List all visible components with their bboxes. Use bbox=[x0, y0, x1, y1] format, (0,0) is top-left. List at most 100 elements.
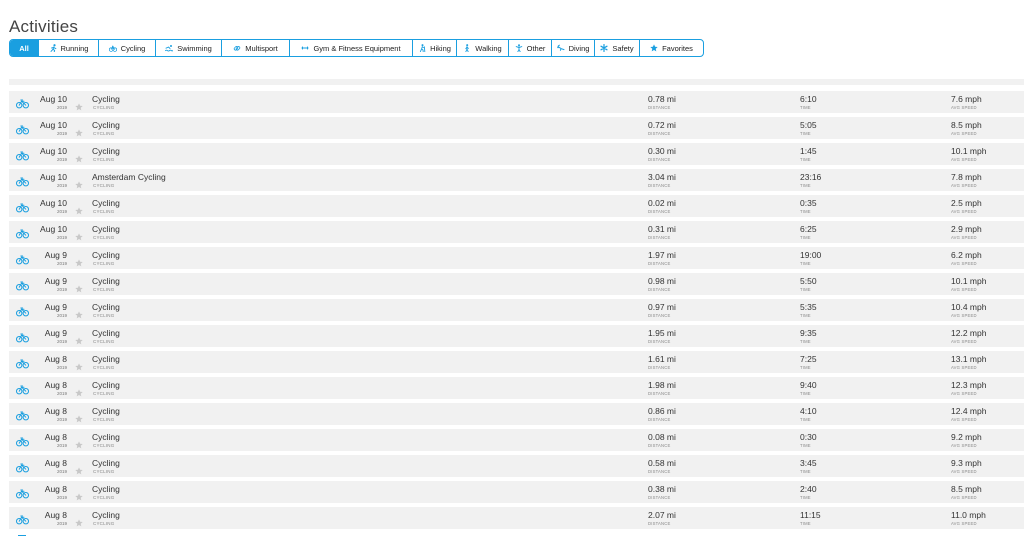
filter-tab-walking[interactable]: Walking bbox=[456, 40, 508, 56]
favorite-star-icon[interactable] bbox=[75, 280, 83, 293]
activity-row[interactable]: Aug 8 2019 Cycling CYCLING 1.61 mi DISTANCE 7:… bbox=[9, 351, 1024, 373]
filter-tab-cycling[interactable]: Cycling bbox=[98, 40, 155, 56]
activity-avg-speed: 7.8 mph bbox=[951, 172, 982, 182]
favorite-star-icon[interactable] bbox=[75, 462, 83, 475]
favorite-star-icon[interactable] bbox=[75, 384, 83, 397]
cycling-icon bbox=[16, 148, 30, 161]
cycling-icon bbox=[16, 460, 30, 473]
filter-tab-label: Multisport bbox=[245, 43, 278, 53]
activity-name[interactable]: Cycling bbox=[92, 146, 120, 156]
activity-avg-speed: 12.2 mph bbox=[951, 328, 987, 338]
activity-type: CYCLING bbox=[93, 339, 115, 344]
activity-row[interactable]: Aug 10 2019 Cycling CYCLING 0.31 mi DISTANCE 6… bbox=[9, 221, 1024, 243]
filter-tab-gym-fitness-equipment[interactable]: Gym & Fitness Equipment bbox=[289, 40, 412, 56]
activity-distance: 2.07 mi bbox=[648, 510, 676, 520]
activity-row[interactable]: Aug 8 2019 Cycling CYCLING 0.08 mi DISTANCE 0:… bbox=[9, 429, 1024, 451]
activity-row[interactable]: Aug 8 2019 Cycling CYCLING 0.58 mi DISTANCE 3:… bbox=[9, 455, 1024, 477]
activity-name[interactable]: Cycling bbox=[92, 510, 120, 520]
activity-type: CYCLING bbox=[93, 521, 115, 526]
filter-tab-all[interactable]: All bbox=[10, 40, 38, 56]
activity-time: 4:10 bbox=[800, 406, 817, 416]
activity-list: Aug 10 2019 Cycling CYCLING 0.78 mi DISTANCE 6… bbox=[9, 91, 1024, 533]
activity-distance: 0.30 mi bbox=[648, 146, 676, 156]
list-header-strip bbox=[9, 79, 1024, 85]
activity-name[interactable]: Cycling bbox=[92, 94, 120, 104]
activity-row[interactable]: Aug 9 2019 Cycling CYCLING 0.98 mi DISTANCE 5:… bbox=[9, 273, 1024, 295]
activity-name[interactable]: Cycling bbox=[92, 250, 120, 260]
distance-label: DISTANCE bbox=[648, 261, 671, 266]
activity-name[interactable]: Cycling bbox=[92, 484, 120, 494]
activity-name[interactable]: Amsterdam Cycling bbox=[92, 172, 166, 182]
activity-name[interactable]: Cycling bbox=[92, 432, 120, 442]
filter-tab-running[interactable]: Running bbox=[38, 40, 98, 56]
activity-row[interactable]: Aug 8 2019 Cycling CYCLING 0.86 mi DISTANCE 4:… bbox=[9, 403, 1024, 425]
activity-type: CYCLING bbox=[93, 469, 115, 474]
filter-tab-diving[interactable]: Diving bbox=[551, 40, 594, 56]
filter-tab-hiking[interactable]: Hiking bbox=[412, 40, 456, 56]
activity-row[interactable]: Aug 10 2019 Cycling CYCLING 0.02 mi DISTANCE 0… bbox=[9, 195, 1024, 217]
favorite-star-icon[interactable] bbox=[75, 306, 83, 319]
favorite-star-icon[interactable] bbox=[75, 410, 83, 423]
activity-row[interactable]: Aug 10 2019 Cycling CYCLING 0.78 mi DISTANCE 6… bbox=[9, 91, 1024, 113]
cycling-icon bbox=[16, 174, 30, 187]
filter-tab-label: Diving bbox=[568, 43, 590, 53]
activity-avg-speed: 12.4 mph bbox=[951, 406, 987, 416]
distance-label: DISTANCE bbox=[648, 313, 671, 318]
favorite-star-icon[interactable] bbox=[75, 358, 83, 371]
cycling-icon bbox=[16, 486, 30, 499]
favorite-star-icon[interactable] bbox=[75, 98, 83, 111]
favorite-star-icon[interactable] bbox=[75, 150, 83, 163]
activity-type: CYCLING bbox=[93, 287, 115, 292]
filter-tab-other[interactable]: Other bbox=[508, 40, 551, 56]
favorite-star-icon[interactable] bbox=[75, 332, 83, 345]
activity-name[interactable]: Cycling bbox=[92, 328, 120, 338]
filter-tab-label: Walking bbox=[475, 43, 502, 53]
activity-name[interactable]: Cycling bbox=[92, 458, 120, 468]
activity-type: CYCLING bbox=[93, 495, 115, 500]
distance-label: DISTANCE bbox=[648, 417, 671, 422]
cycling-icon bbox=[16, 252, 30, 265]
activity-row[interactable]: Aug 10 2019 Cycling CYCLING 0.30 mi DISTANCE 1… bbox=[9, 143, 1024, 165]
activity-row[interactable]: Aug 10 2019 Amsterdam Cycling CYCLING 3.04 m… bbox=[9, 169, 1024, 191]
favorite-star-icon[interactable] bbox=[75, 228, 83, 241]
activity-year: 2019 bbox=[56, 183, 67, 188]
filter-tab-label: Running bbox=[60, 43, 89, 53]
activity-name[interactable]: Cycling bbox=[92, 120, 120, 130]
walking-icon bbox=[463, 44, 471, 52]
distance-label: DISTANCE bbox=[648, 235, 671, 240]
filter-tab-label: Hiking bbox=[430, 43, 451, 53]
activity-row[interactable]: Aug 9 2019 Cycling CYCLING 1.97 mi DISTANCE 19… bbox=[9, 247, 1024, 269]
activity-name[interactable]: Cycling bbox=[92, 224, 120, 234]
filter-tab-favorites[interactable]: Favorites bbox=[639, 40, 703, 56]
favorite-star-icon[interactable] bbox=[75, 176, 83, 189]
filter-tab-multisport[interactable]: Multisport bbox=[221, 40, 289, 56]
avg-speed-label: AVG SPEED bbox=[951, 495, 977, 500]
favorite-star-icon[interactable] bbox=[75, 488, 83, 501]
activity-name[interactable]: Cycling bbox=[92, 276, 120, 286]
activity-row[interactable]: Aug 8 2019 Cycling CYCLING 2.07 mi DISTANCE 11… bbox=[9, 507, 1024, 529]
activity-row[interactable]: Aug 8 2019 Cycling CYCLING 0.38 mi DISTANCE 2:… bbox=[9, 481, 1024, 503]
activity-year: 2019 bbox=[56, 339, 67, 344]
activity-name[interactable]: Cycling bbox=[92, 354, 120, 364]
favorite-star-icon[interactable] bbox=[75, 254, 83, 267]
activity-name[interactable]: Cycling bbox=[92, 302, 120, 312]
favorite-star-icon[interactable] bbox=[75, 514, 83, 527]
activity-avg-speed: 12.3 mph bbox=[951, 380, 987, 390]
activity-date: Aug 8 bbox=[44, 380, 67, 390]
activity-year: 2019 bbox=[56, 235, 67, 240]
hiking-icon bbox=[418, 44, 426, 52]
activity-row[interactable]: Aug 10 2019 Cycling CYCLING 0.72 mi DISTANCE 5… bbox=[9, 117, 1024, 139]
activity-date: Aug 10 bbox=[40, 94, 67, 104]
activity-row[interactable]: Aug 8 2019 Cycling CYCLING 1.98 mi DISTANCE 9:… bbox=[9, 377, 1024, 399]
favorite-star-icon[interactable] bbox=[75, 436, 83, 449]
activity-name[interactable]: Cycling bbox=[92, 380, 120, 390]
filter-tab-safety[interactable]: Safety bbox=[594, 40, 639, 56]
activity-row[interactable]: Aug 9 2019 Cycling CYCLING 0.97 mi DISTANCE 5:… bbox=[9, 299, 1024, 321]
activity-name[interactable]: Cycling bbox=[92, 406, 120, 416]
favorite-star-icon[interactable] bbox=[75, 124, 83, 137]
activity-name[interactable]: Cycling bbox=[92, 198, 120, 208]
activity-date: Aug 9 bbox=[44, 328, 67, 338]
favorite-star-icon[interactable] bbox=[75, 202, 83, 215]
activity-row[interactable]: Aug 9 2019 Cycling CYCLING 1.95 mi DISTANCE 9:… bbox=[9, 325, 1024, 347]
filter-tab-swimming[interactable]: Swimming bbox=[155, 40, 221, 56]
